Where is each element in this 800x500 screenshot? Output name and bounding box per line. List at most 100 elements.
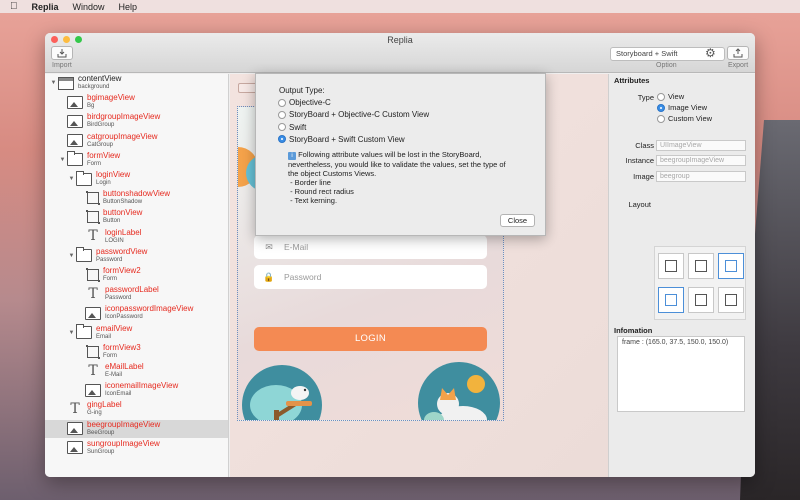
export-button[interactable]: [727, 46, 749, 60]
tree-item[interactable]: birdgroupImageView BirdGroup: [45, 112, 228, 130]
info-icon: i: [288, 152, 296, 160]
tree-item[interactable]: ▼ passwordView Password: [45, 247, 228, 265]
menu-help[interactable]: Help: [119, 2, 138, 12]
tree-item[interactable]: catgroupImageView CatGroup: [45, 132, 228, 150]
gear-icon[interactable]: ⚙: [705, 46, 716, 60]
layout-fixed-right[interactable]: [688, 253, 714, 279]
output-type-option[interactable]: Objective-C: [278, 98, 331, 107]
bird-group-image[interactable]: [242, 365, 322, 420]
tree-item[interactable]: TeMailLabel E-Mail: [45, 362, 228, 380]
image-field[interactable]: beegroup: [656, 171, 746, 182]
tree-item-name: formView: [87, 150, 121, 160]
tree-item-name: loginLabel: [105, 227, 142, 237]
tree-item-text: loginLabel LOGIN: [105, 227, 142, 245]
email-field[interactable]: ✉ E-Mail: [254, 235, 487, 259]
radio-button[interactable]: [278, 98, 286, 107]
layer-tree[interactable]: ▼ contentView background bgimageView Bg birdg…: [45, 74, 229, 477]
layout-fixed-bottom[interactable]: [688, 287, 714, 313]
tree-item-name: formView2: [103, 266, 141, 275]
tree-item-text: passwordLabel Password: [105, 286, 159, 302]
disclosure-triangle-icon[interactable]: ▼: [67, 253, 76, 259]
apple-icon[interactable]: : [10, 1, 18, 12]
radio-button[interactable]: [657, 114, 665, 123]
tree-item[interactable]: iconemailImageView IconEmail: [45, 381, 228, 399]
tree-item-subtitle: Form: [103, 276, 117, 282]
layout-fixed-top[interactable]: [658, 287, 684, 313]
tree-item-text: loginView Login: [96, 171, 130, 187]
tree-item[interactable]: buttonView Button: [45, 208, 228, 226]
class-field[interactable]: UIImageView: [656, 140, 746, 151]
type-option[interactable]: Image View: [657, 103, 707, 112]
layout-fill-horizontal[interactable]: [718, 253, 744, 279]
mail-icon: ✉: [265, 241, 273, 252]
tree-item-text: emailView Email: [96, 324, 132, 341]
radio-button[interactable]: [278, 135, 286, 144]
disclosure-triangle-icon[interactable]: ▼: [49, 80, 58, 86]
import-button[interactable]: [51, 46, 73, 60]
password-field[interactable]: 🔒 Password: [254, 265, 487, 289]
cat-group-image[interactable]: [418, 362, 500, 420]
output-type-option[interactable]: StoryBoard + Swift Custom View: [278, 135, 405, 144]
menu-app-name[interactable]: Replia: [32, 2, 59, 12]
tree-item[interactable]: iconpasswordImageView IconPassword: [45, 304, 228, 322]
tree-item[interactable]: TloginLabel LOGIN: [45, 227, 228, 246]
image-view-icon: [67, 441, 83, 455]
radio-button[interactable]: [657, 92, 665, 101]
tree-item[interactable]: sungroupImageView SunGroup: [45, 439, 228, 457]
image-view-icon: [85, 383, 101, 397]
lock-icon: 🔒: [263, 271, 275, 282]
tree-item-text: sungroupImageView SunGroup: [87, 439, 160, 456]
tree-item-text: formView Form: [87, 150, 121, 168]
popover-heading: Output Type:: [279, 86, 325, 95]
type-option[interactable]: View: [657, 92, 684, 101]
tree-item-text: beegroupImageView BeeGroup: [87, 420, 160, 437]
tree-item-subtitle: Bg: [87, 103, 95, 110]
tree-item[interactable]: ▼ loginView Login: [45, 170, 228, 188]
instance-field[interactable]: beegroupImageView: [656, 155, 746, 166]
import-label: Import: [52, 62, 72, 69]
tree-item-subtitle: IconEmail: [105, 391, 132, 398]
tree-item[interactable]: formView2 Form: [45, 266, 228, 284]
disclosure-triangle-icon[interactable]: ▼: [67, 330, 76, 336]
cat-icon: [424, 375, 487, 420]
button-icon: [86, 344, 100, 359]
view-icon: [58, 76, 74, 90]
export-label: Export: [728, 62, 749, 69]
frame-text: frame : (165.0, 37.5, 150.0, 150.0): [622, 339, 729, 346]
tree-item-name: loginView: [96, 170, 131, 179]
close-button[interactable]: Close: [500, 214, 535, 227]
output-type-option[interactable]: StoryBoard + Objective-C Custom View: [278, 110, 429, 119]
frame-info-area[interactable]: frame : (165.0, 37.5, 150.0, 150.0): [617, 336, 745, 412]
tree-item[interactable]: formView3 Form: [45, 342, 228, 361]
menu-window[interactable]: Window: [73, 2, 105, 12]
layout-fill-vertical[interactable]: [718, 287, 744, 313]
tree-item[interactable]: ▼ contentView background: [45, 74, 228, 92]
tree-item-text: catgroupImageView CatGroup: [87, 132, 158, 149]
folder-icon: [76, 170, 92, 186]
radio-button[interactable]: [278, 110, 286, 119]
type-option[interactable]: Custom View: [657, 114, 712, 123]
tree-item-subtitle: LOGIN: [105, 237, 124, 244]
layout-fixed-left[interactable]: [658, 253, 684, 279]
tree-item-subtitle: IconPassword: [105, 314, 143, 321]
type-option-label: View: [668, 92, 685, 101]
tree-item[interactable]: buttonshadowView ButtonShadow: [45, 189, 228, 207]
output-type-option[interactable]: Swift: [278, 123, 306, 132]
option-label: StoryBoard + Objective-C Custom View: [289, 110, 430, 120]
radio-button[interactable]: [657, 103, 665, 112]
tree-item[interactable]: ▼ emailView Email: [45, 324, 228, 342]
tree-item[interactable]: TgingLabel G-ing: [45, 400, 228, 418]
text-label-icon: T: [70, 400, 80, 417]
image-view-icon: [67, 134, 83, 148]
tree-item[interactable]: TpasswordLabel Password: [45, 285, 228, 303]
disclosure-triangle-icon[interactable]: ▼: [58, 157, 67, 163]
radio-button[interactable]: [278, 123, 286, 132]
disclosure-triangle-icon[interactable]: ▼: [67, 176, 76, 182]
tree-item[interactable]: ▼ formView Form: [45, 150, 228, 169]
tree-item-subtitle: Email: [96, 333, 112, 340]
info-line: - Round rect radius: [290, 187, 354, 196]
tree-item-name: formView3: [103, 342, 141, 352]
tree-item[interactable]: bgimageView Bg: [45, 93, 228, 111]
tree-item[interactable]: beegroupImageView BeeGroup: [45, 419, 228, 438]
login-button[interactable]: LOGIN: [254, 327, 487, 351]
